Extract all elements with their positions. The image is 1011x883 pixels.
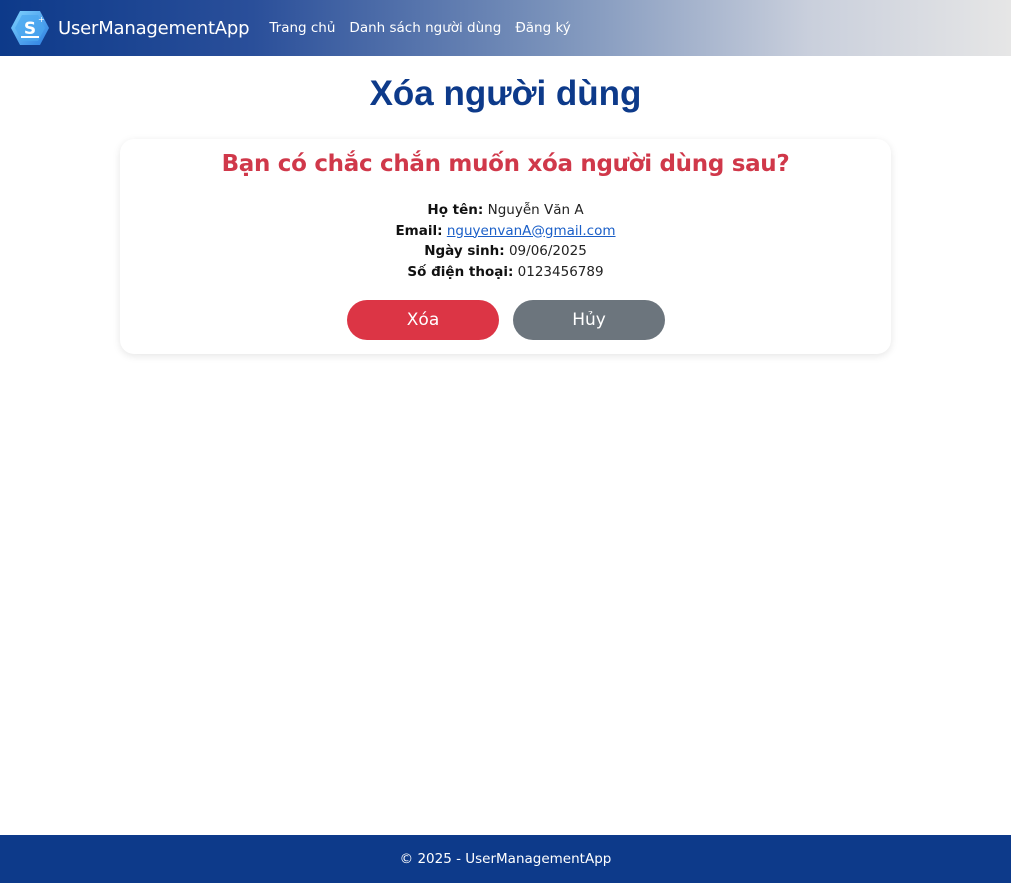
nav-link-register[interactable]: Đăng ký (515, 20, 570, 36)
name-value: Nguyễn Văn A (487, 202, 584, 218)
nav-links: Trang chủ Danh sách người dùng Đăng ký (269, 20, 584, 36)
user-info: Họ tên: Nguyễn Văn A Email: nguyenvanA@g… (120, 200, 891, 282)
dob-value: 09/06/2025 (508, 243, 587, 259)
phone-value: 0123456789 (517, 263, 604, 280)
page-title: Xóa người dùng (369, 74, 642, 113)
nav-link-home[interactable]: Trang chủ (269, 20, 335, 36)
svg-text:+: + (38, 15, 45, 24)
footer-text: © 2025 - UserManagementApp (399, 851, 612, 867)
name-label: Họ tên: (427, 202, 484, 218)
app-logo-icon: S + (11, 11, 49, 45)
navbar: S + UserManagementApp Trang chủ Danh sác… (0, 0, 1011, 56)
page: S + UserManagementApp Trang chủ Danh sác… (0, 0, 1011, 883)
delete-button[interactable]: Xóa (347, 300, 499, 340)
confirm-message: Bạn có chắc chắn muốn xóa người dùng sau… (221, 151, 790, 177)
info-row-dob: Ngày sinh: 09/06/2025 (120, 241, 891, 262)
info-row-phone: Số điện thoại: 0123456789 (120, 262, 891, 283)
brand-name: UserManagementApp (58, 17, 250, 39)
email-link[interactable]: nguyenvanA@gmail.com (447, 223, 616, 239)
email-label: Email: (395, 222, 443, 239)
info-row-name: Họ tên: Nguyễn Văn A (120, 200, 891, 221)
info-row-email: Email: nguyenvanA@gmail.com (120, 221, 891, 242)
phone-label: Số điện thoại: (407, 263, 514, 280)
dob-label: Ngày sinh: (424, 243, 505, 259)
footer: © 2025 - UserManagementApp (0, 835, 1011, 883)
delete-confirm-card: Bạn có chắc chắn muốn xóa người dùng sau… (120, 139, 891, 354)
cancel-button[interactable]: Hủy (513, 300, 665, 340)
brand-link[interactable]: S + UserManagementApp (10, 10, 250, 46)
nav-link-user-list[interactable]: Danh sách người dùng (349, 20, 501, 36)
